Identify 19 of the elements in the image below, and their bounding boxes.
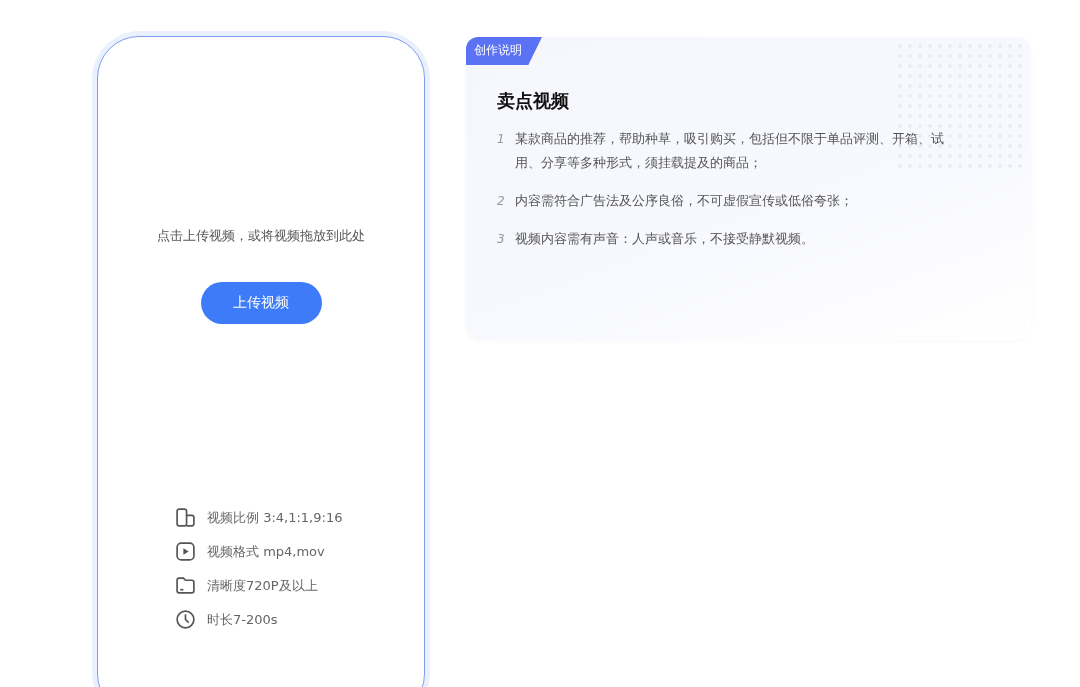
clock-icon bbox=[175, 609, 196, 630]
requirement-text: 清晰度720P及以上 bbox=[207, 576, 318, 595]
guide-tag: 创作说明 bbox=[466, 37, 542, 65]
guide-title: 卖点视频 bbox=[497, 89, 569, 113]
folder-icon bbox=[175, 575, 196, 596]
play-icon bbox=[175, 541, 196, 562]
requirement-text: 视频比例 3:4,1:1,9:16 bbox=[207, 508, 343, 527]
item-number: 2 bbox=[497, 193, 505, 210]
item-number: 1 bbox=[497, 131, 505, 148]
upload-video-button[interactable]: 上传视频 bbox=[200, 282, 322, 324]
requirement-text: 时长7-200s bbox=[207, 610, 278, 629]
guide-item-text: 内容需符合广告法及公序良俗，不可虚假宣传或低俗夸张； bbox=[515, 192, 853, 210]
aspect-ratio-icon bbox=[175, 507, 196, 528]
item-number: 3 bbox=[497, 231, 505, 248]
upload-hint: 点击上传视频，或将视频拖放到此处 bbox=[157, 227, 365, 245]
guide-item-text: 某款商品的推荐，帮助种草，吸引购买，包括但不限于单品评测、开箱、试用、分享等多种形式，须挂载提及的商品； bbox=[515, 130, 945, 172]
requirement-text: 视频格式 mp4,mov bbox=[207, 542, 325, 561]
guide-item-text: 视频内容需有声音：人声或音乐，不接受静默视频。 bbox=[515, 230, 814, 248]
upload-dropzone[interactable]: 点击上传视频，或将视频拖放到此处 上传视频 视频比例 3:4,1:1,9:16 视频格式 mp4,mov 清晰度720P及以上 时长7-200s bbox=[97, 36, 425, 687]
